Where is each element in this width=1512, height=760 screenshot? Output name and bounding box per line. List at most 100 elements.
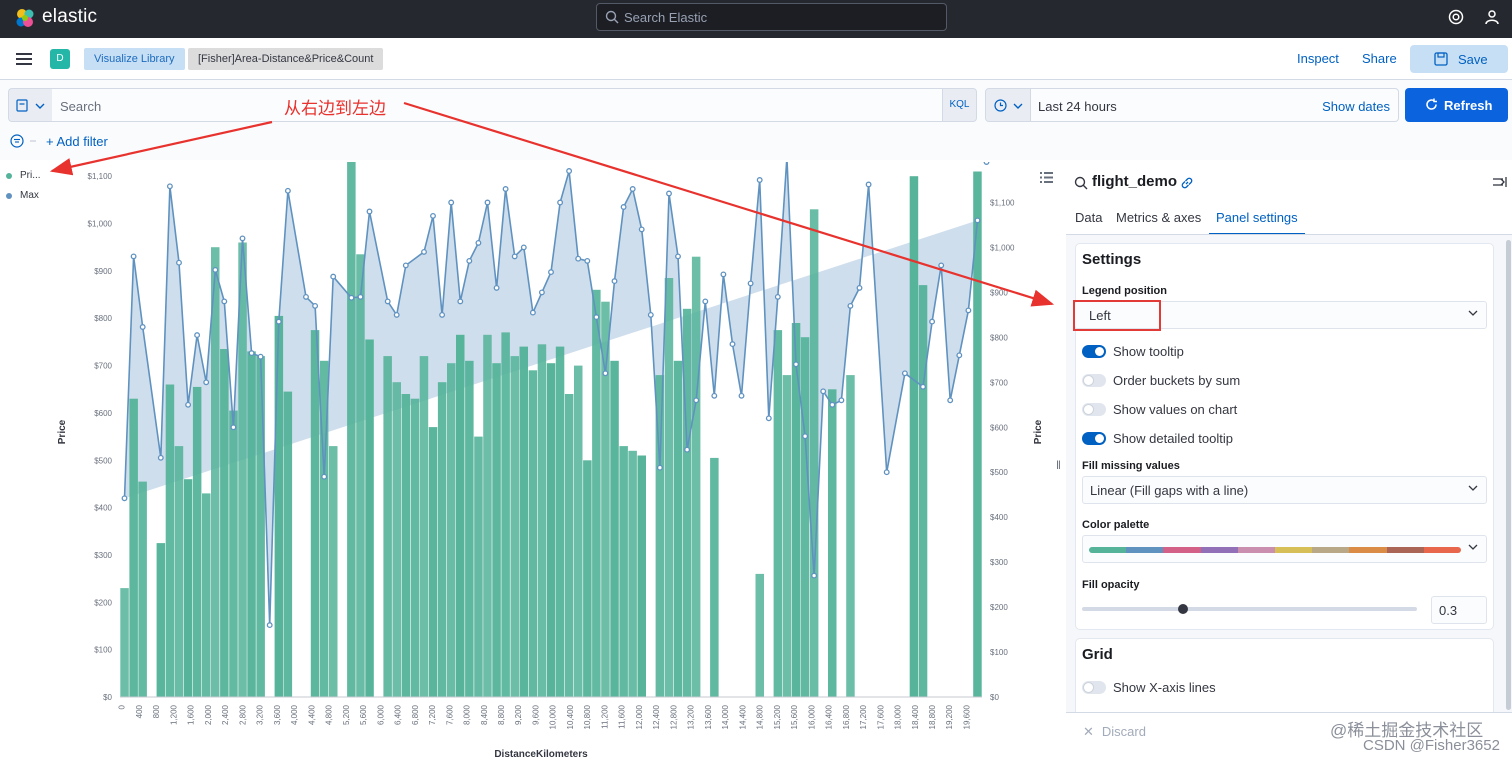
- bar-price: [537, 344, 547, 697]
- fill-missing-label: Fill missing values: [1082, 460, 1180, 472]
- bar-price: [174, 446, 184, 697]
- max-point: [466, 257, 473, 264]
- editor-scrollbar[interactable]: [1506, 240, 1511, 710]
- palette-color-swatch: [1200, 547, 1238, 553]
- max-point: [475, 239, 482, 246]
- color-palette-select[interactable]: [1082, 535, 1487, 563]
- tab-metrics-axes[interactable]: Metrics & axes: [1116, 210, 1201, 235]
- max-point: [820, 388, 827, 395]
- max-point: [275, 318, 282, 325]
- switch-order-buckets[interactable]: [1082, 374, 1106, 387]
- discard-button[interactable]: ✕ Discard: [1083, 724, 1146, 740]
- user-menu-icon[interactable]: [1484, 9, 1500, 25]
- date-range-display[interactable]: Last 24 hours Show dates: [1031, 88, 1399, 122]
- fill-opacity-label: Fill opacity: [1082, 579, 1140, 591]
- max-point: [330, 273, 337, 280]
- switch-detailed-tooltip[interactable]: [1082, 432, 1106, 445]
- share-link[interactable]: Share: [1362, 51, 1397, 66]
- y-tick-left: $500: [94, 456, 112, 465]
- max-point: [357, 293, 364, 300]
- x-tick: 3,600: [273, 704, 282, 725]
- bar-price: [220, 349, 229, 697]
- legend-label: Pri...: [20, 170, 41, 181]
- bar-price: [592, 289, 601, 697]
- link-icon[interactable]: [1180, 176, 1194, 190]
- quick-date-menu-button[interactable]: [985, 88, 1031, 122]
- bar-price: [755, 573, 764, 697]
- fill-opacity-input[interactable]: 0.3: [1431, 596, 1487, 624]
- x-tick: 14,000: [721, 704, 730, 729]
- max-point: [929, 318, 936, 325]
- bar-price: [510, 356, 519, 697]
- query-search-input[interactable]: Search: [52, 88, 942, 122]
- x-tick: 4,400: [307, 704, 316, 725]
- watermark-csdn: CSDN @Fisher3652: [1363, 737, 1500, 754]
- bar-price: [501, 332, 510, 697]
- tab-panel-settings[interactable]: Panel settings: [1209, 210, 1305, 235]
- switch-x-axis-lines[interactable]: [1082, 681, 1106, 694]
- x-tick: 3,200: [256, 704, 265, 725]
- hamburger-menu-icon[interactable]: [16, 53, 32, 65]
- fill-opacity-slider[interactable]: [1082, 607, 1417, 611]
- x-tick: 17,200: [859, 704, 868, 729]
- bar-price: [918, 285, 928, 697]
- max-point: [638, 226, 645, 233]
- y-tick-left: $1,100: [88, 172, 113, 181]
- tab-data[interactable]: Data: [1075, 210, 1102, 235]
- x-tick: 1,600: [187, 704, 196, 725]
- breadcrumb-visualize-library[interactable]: Visualize Library: [84, 48, 185, 70]
- max-point: [384, 298, 391, 305]
- refresh-button[interactable]: Refresh: [1405, 88, 1508, 122]
- brand-name[interactable]: elastic: [42, 6, 97, 28]
- add-filter-button[interactable]: + Add filter: [46, 134, 108, 149]
- max-point: [393, 311, 400, 318]
- save-button[interactable]: Save: [1410, 45, 1508, 73]
- max-point: [738, 392, 745, 399]
- y-tick-left: $300: [94, 551, 112, 560]
- bar-price: [773, 330, 783, 697]
- help-icon[interactable]: [1448, 9, 1464, 25]
- max-point: [702, 298, 709, 305]
- global-search-input[interactable]: Search Elastic: [596, 3, 947, 31]
- max-point: [230, 424, 237, 431]
- bar-price: [800, 337, 810, 697]
- bar-price: [546, 363, 556, 697]
- chevron-down-icon: [1468, 544, 1478, 550]
- legend-item[interactable]: Pri...: [6, 168, 41, 188]
- filter-options-icon[interactable]: [10, 134, 40, 148]
- max-point: [257, 353, 264, 360]
- switch-show-values[interactable]: [1082, 403, 1106, 416]
- collapse-panel-icon[interactable]: [1493, 176, 1507, 188]
- bar-price: [682, 308, 692, 697]
- bar-price: [401, 394, 411, 697]
- show-dates-link[interactable]: Show dates: [1322, 99, 1390, 114]
- y-tick-left: $100: [94, 646, 112, 655]
- space-avatar[interactable]: D: [50, 49, 70, 69]
- elastic-logo-icon[interactable]: [14, 7, 36, 29]
- saved-query-button[interactable]: [8, 88, 52, 122]
- fill-missing-select[interactable]: Linear (Fill gaps with a line): [1082, 476, 1487, 504]
- x-tick: 10,400: [566, 704, 575, 729]
- area-bar-chart[interactable]: $0 $100 $200 $300 $400 $500 $600 $700 $800 $900 $1…: [50, 162, 1050, 760]
- bar-price: [474, 436, 483, 697]
- x-tick: 8,800: [497, 704, 506, 725]
- switch-show-tooltip[interactable]: [1082, 345, 1106, 358]
- max-point: [947, 397, 954, 404]
- max-point: [366, 208, 373, 215]
- fill-opacity-slider-thumb[interactable]: [1177, 604, 1188, 614]
- y-tick-right: $1,100: [990, 199, 1015, 208]
- inspect-link[interactable]: Inspect: [1297, 51, 1339, 66]
- max-point: [711, 392, 718, 399]
- x-tick: 2,800: [238, 704, 247, 725]
- max-point: [675, 253, 681, 260]
- query-language-button[interactable]: KQL: [942, 88, 977, 122]
- y-tick-left: $1,000: [88, 220, 113, 229]
- panel-resize-handle[interactable]: ‖: [1056, 458, 1061, 472]
- bar-price: [329, 446, 338, 697]
- bar-price: [437, 382, 447, 697]
- bar-price: [247, 351, 256, 697]
- max-point: [221, 298, 228, 305]
- x-tick: 15,600: [790, 704, 799, 729]
- legend-item[interactable]: Max: [6, 188, 41, 208]
- legend-toggle-icon[interactable]: [1040, 172, 1053, 183]
